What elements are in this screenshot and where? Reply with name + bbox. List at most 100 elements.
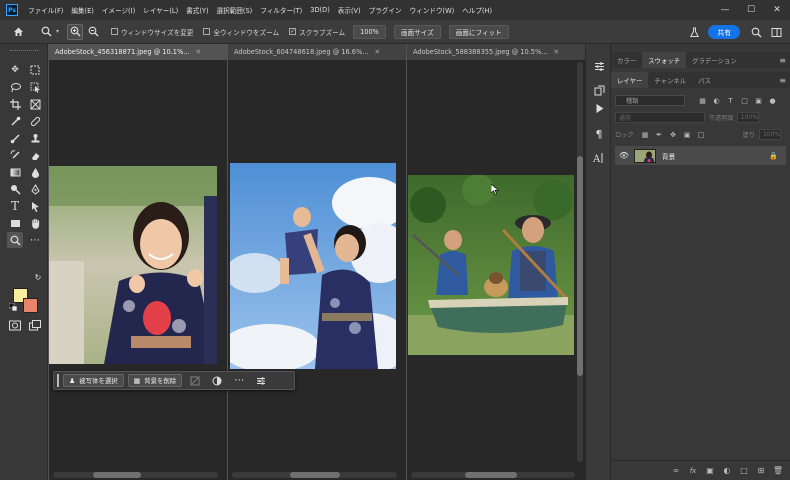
opacity-field[interactable]: 100% <box>736 112 759 123</box>
menu-type[interactable]: 書式(Y) <box>182 5 212 15</box>
close-tab-icon[interactable]: ✕ <box>375 48 381 56</box>
layer-mask-icon[interactable]: ▣ <box>704 465 716 477</box>
adjustment-layer-icon[interactable]: ◐ <box>721 465 733 477</box>
menu-filter[interactable]: フィルター(T) <box>256 5 306 15</box>
default-colors-icon[interactable] <box>8 302 18 312</box>
actions-play-icon[interactable] <box>591 100 607 116</box>
menu-layer[interactable]: レイヤー(L) <box>139 5 182 15</box>
tab-gradients[interactable]: グラデーション <box>686 52 743 68</box>
filter-type-icon[interactable]: T <box>725 95 736 106</box>
menu-image[interactable]: イメージ(I) <box>98 5 139 15</box>
zoom-all-windows-checkbox[interactable]: 全ウィンドウをズーム <box>203 27 279 37</box>
minimize-icon[interactable]: — <box>712 0 738 20</box>
quick-mask-icon[interactable] <box>7 317 23 333</box>
document-tab-3[interactable]: AdobeStock_588388355.jpeg @ 10.5%... ✕ <box>407 44 585 60</box>
menu-edit[interactable]: 編集(E) <box>67 5 98 15</box>
blend-mode-select[interactable]: 通常 <box>615 112 705 123</box>
link-layers-icon[interactable]: ∞ <box>670 465 682 477</box>
zoom-100-button[interactable]: 100% <box>353 24 386 39</box>
move-tool-icon[interactable]: ✥ <box>7 62 23 78</box>
panel-menu-icon[interactable]: ≡ <box>779 76 786 85</box>
canvas-photo-canoe-dog[interactable] <box>408 175 574 355</box>
properties-icon[interactable] <box>591 58 607 74</box>
adjustment-icon[interactable] <box>210 374 224 388</box>
document-window-2[interactable]: AdobeStock_604748618.jpeg @ 16.6%... ✕ <box>228 44 406 480</box>
close-tab-icon[interactable]: ✕ <box>554 48 560 56</box>
menu-window[interactable]: ウィンドウ(W) <box>406 5 459 15</box>
menu-file[interactable]: ファイル(F) <box>24 5 67 15</box>
new-layer-icon[interactable]: ⊞ <box>755 465 767 477</box>
group-folder-icon[interactable]: □ <box>738 465 750 477</box>
dodge-tool-icon[interactable] <box>7 181 23 197</box>
crop-tool-icon[interactable] <box>7 96 23 112</box>
taskbar-grip[interactable] <box>57 374 59 387</box>
panel-menu-icon[interactable]: ≡ <box>779 56 786 65</box>
filter-adjustment-icon[interactable]: ◐ <box>711 95 722 106</box>
healing-brush-tool-icon[interactable] <box>27 113 43 129</box>
vertical-scrollbar[interactable] <box>577 62 583 462</box>
scrollbar-thumb[interactable] <box>465 472 517 478</box>
hand-tool-icon[interactable] <box>27 215 43 231</box>
more-tools-icon[interactable]: ⋯ <box>27 232 43 248</box>
fill-field[interactable]: 100% <box>758 129 781 140</box>
swap-colors-icon[interactable]: ↻ <box>33 272 43 282</box>
type-tool-icon[interactable]: T <box>7 198 23 214</box>
brush-tool-icon[interactable] <box>7 130 23 146</box>
filter-kind-select[interactable]: 種類 <box>615 95 685 106</box>
document-window-1[interactable]: AdobeStock_456318871.jpeg @ 10.1%... ✕ <box>49 44 227 480</box>
filter-smart-object-icon[interactable]: ▣ <box>753 95 764 106</box>
trash-icon[interactable]: 🗑 <box>772 465 784 477</box>
tab-paths[interactable]: パス <box>692 72 717 88</box>
eyedropper-tool-icon[interactable] <box>7 113 23 129</box>
horizontal-scrollbar[interactable] <box>411 472 575 478</box>
tab-swatches[interactable]: スウォッチ <box>642 52 687 68</box>
history-brush-tool-icon[interactable] <box>7 147 23 163</box>
maximize-icon[interactable]: ☐ <box>738 0 764 20</box>
gradient-tool-icon[interactable] <box>7 164 23 180</box>
character-icon[interactable]: A <box>591 150 607 166</box>
tab-channels[interactable]: チャンネル <box>648 72 692 88</box>
pen-tool-icon[interactable] <box>27 181 43 197</box>
menu-view[interactable]: 表示(V) <box>334 5 365 15</box>
document-tab-2[interactable]: AdobeStock_604748618.jpeg @ 16.6%... ✕ <box>228 44 406 60</box>
filter-pixel-icon[interactable]: ▦ <box>697 95 708 106</box>
scrollbar-thumb[interactable] <box>290 472 340 478</box>
filter-toggle-icon[interactable]: ● <box>767 95 778 106</box>
scrollbar-thumb[interactable] <box>93 472 141 478</box>
layer-thumbnail[interactable] <box>634 148 656 163</box>
zoom-out-icon[interactable] <box>85 24 101 40</box>
transform-icon[interactable] <box>188 374 202 388</box>
document-window-3[interactable]: AdobeStock_588388355.jpeg @ 10.5%... ✕ <box>407 44 585 480</box>
lock-image-icon[interactable]: ✒ <box>654 129 665 140</box>
resize-windows-checkbox[interactable]: ウィンドウサイズを変更 <box>111 27 193 37</box>
remove-background-button[interactable]: ▦ 背景を削除 <box>127 374 183 387</box>
lock-transparent-icon[interactable]: ▦ <box>640 129 651 140</box>
menu-select[interactable]: 選択範囲(S) <box>213 5 257 15</box>
search-icon[interactable] <box>748 24 764 40</box>
zoom-in-icon[interactable] <box>67 23 84 40</box>
select-subject-button[interactable]: ♟ 被写体を選択 <box>63 374 124 387</box>
path-selection-tool-icon[interactable] <box>27 198 43 214</box>
object-selection-tool-icon[interactable] <box>27 79 43 95</box>
share-button[interactable]: 共有 <box>708 25 740 39</box>
home-icon[interactable] <box>10 24 26 40</box>
fit-screen-button[interactable]: 画面サイズ <box>393 24 441 39</box>
frame-tool-icon[interactable] <box>27 96 43 112</box>
document-tab-1[interactable]: AdobeStock_456318871.jpeg @ 10.1%... ✕ <box>49 44 227 60</box>
taskbar-settings-icon[interactable] <box>254 374 268 388</box>
lock-all-icon[interactable]: □ <box>696 129 707 140</box>
more-options-icon[interactable]: ⋯ <box>232 374 246 388</box>
close-tab-icon[interactable]: ✕ <box>196 48 202 56</box>
zoom-tool-preset-icon[interactable] <box>38 24 54 40</box>
filter-shape-icon[interactable]: □ <box>739 95 750 106</box>
lasso-tool-icon[interactable] <box>7 79 23 95</box>
menu-3d[interactable]: 3D(D) <box>306 6 334 14</box>
zoom-tool-icon[interactable] <box>7 232 23 248</box>
background-color-swatch[interactable] <box>23 298 38 313</box>
workspace-icon[interactable] <box>768 24 784 40</box>
rectangle-tool-icon[interactable] <box>7 215 23 231</box>
horizontal-scrollbar[interactable] <box>53 472 218 478</box>
lock-position-icon[interactable]: ✥ <box>668 129 679 140</box>
history-icon[interactable] <box>591 82 607 98</box>
close-icon[interactable]: ✕ <box>764 0 790 20</box>
